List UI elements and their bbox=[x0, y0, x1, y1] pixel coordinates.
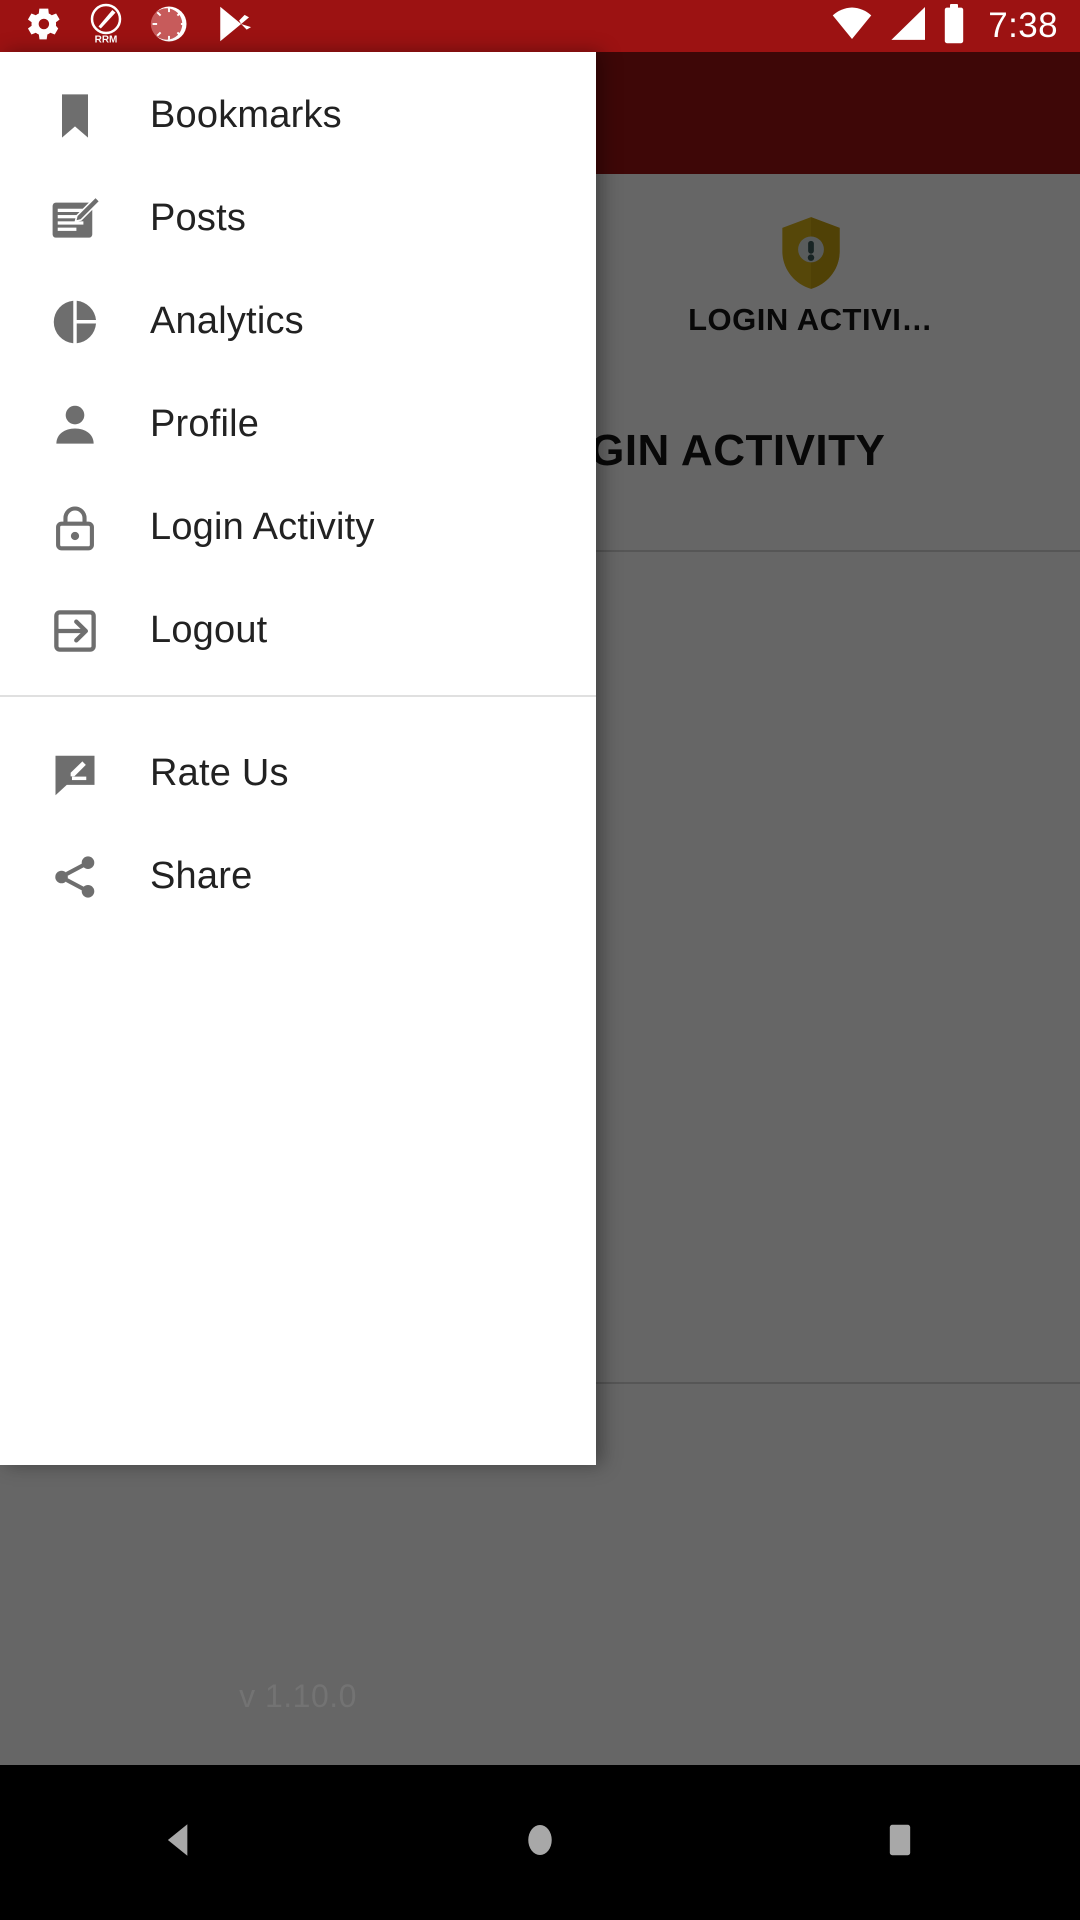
status-bar-notification-icons: RRM bbox=[22, 2, 830, 51]
drawer-item-share-label: Share bbox=[150, 855, 253, 897]
back-button[interactable] bbox=[95, 1765, 265, 1920]
drawer-item-analytics-label: Analytics bbox=[150, 300, 304, 342]
drawer-divider bbox=[0, 695, 596, 697]
drawer-item-posts[interactable]: Posts bbox=[0, 167, 596, 270]
logout-arrow-icon bbox=[0, 605, 150, 657]
wifi-icon bbox=[830, 7, 874, 46]
drawer-item-profile[interactable]: Profile bbox=[0, 373, 596, 476]
tab-login-activity-label: LOGIN ACTIVI… bbox=[688, 302, 933, 337]
lock-icon bbox=[0, 502, 150, 554]
drawer-secondary-group: Rate Us Share bbox=[0, 710, 596, 928]
post-edit-icon bbox=[0, 191, 150, 247]
svg-text:RRM: RRM bbox=[95, 34, 118, 45]
play-store-icon bbox=[212, 2, 256, 51]
tab-login-activity[interactable]: LOGIN ACTIVI… bbox=[539, 174, 1080, 352]
drawer-item-profile-label: Profile bbox=[150, 403, 260, 445]
app-version-label: v 1.10.0 bbox=[239, 1678, 357, 1714]
settings-gear-icon bbox=[22, 3, 64, 50]
system-navigation-bar bbox=[0, 1765, 1080, 1920]
drawer-primary-group: Bookmarks Posts Analytics Profile Login … bbox=[0, 52, 596, 682]
drawer-item-login-activity[interactable]: Login Activity bbox=[0, 476, 596, 579]
drawer-item-rate-us[interactable]: Rate Us bbox=[0, 722, 596, 825]
battery-full-icon bbox=[942, 3, 966, 49]
drawer-item-logout[interactable]: Logout bbox=[0, 579, 596, 682]
drawer-item-login-activity-label: Login Activity bbox=[150, 506, 375, 548]
circular-progress-icon bbox=[148, 3, 190, 50]
square-recents-icon bbox=[880, 1818, 920, 1867]
triangle-back-icon bbox=[158, 1818, 202, 1867]
drawer-item-rate-us-label: Rate Us bbox=[150, 752, 289, 794]
status-bar-clock: 7:38 bbox=[988, 6, 1058, 45]
recents-button[interactable] bbox=[815, 1765, 985, 1920]
cellular-signal-icon bbox=[888, 6, 928, 46]
drawer-item-share[interactable]: Share bbox=[0, 825, 596, 928]
drawer-item-bookmarks-label: Bookmarks bbox=[150, 94, 342, 136]
status-bar-system-icons: 7:38 bbox=[830, 3, 1058, 49]
drawer-item-logout-label: Logout bbox=[150, 609, 268, 651]
pie-chart-icon bbox=[0, 296, 150, 348]
home-button[interactable] bbox=[455, 1765, 625, 1920]
circle-home-icon bbox=[518, 1818, 562, 1867]
bookmark-icon bbox=[0, 90, 150, 142]
person-icon bbox=[0, 399, 150, 451]
drawer-item-posts-label: Posts bbox=[150, 197, 247, 239]
rate-review-icon bbox=[0, 748, 150, 800]
shield-alert-icon bbox=[768, 214, 854, 292]
phone-screen: PROFILE LOGIN ACTIVI… LOGIN ACTIVITY bbox=[0, 0, 1080, 1920]
navigation-drawer[interactable]: Bookmarks Posts Analytics Profile Login … bbox=[0, 52, 596, 1465]
share-icon bbox=[0, 851, 150, 903]
status-bar: RRM 7:38 bbox=[0, 0, 1080, 52]
drawer-item-analytics[interactable]: Analytics bbox=[0, 270, 596, 373]
drawer-item-bookmarks[interactable]: Bookmarks bbox=[0, 64, 596, 167]
rrm-speedometer-icon: RRM bbox=[86, 2, 126, 51]
